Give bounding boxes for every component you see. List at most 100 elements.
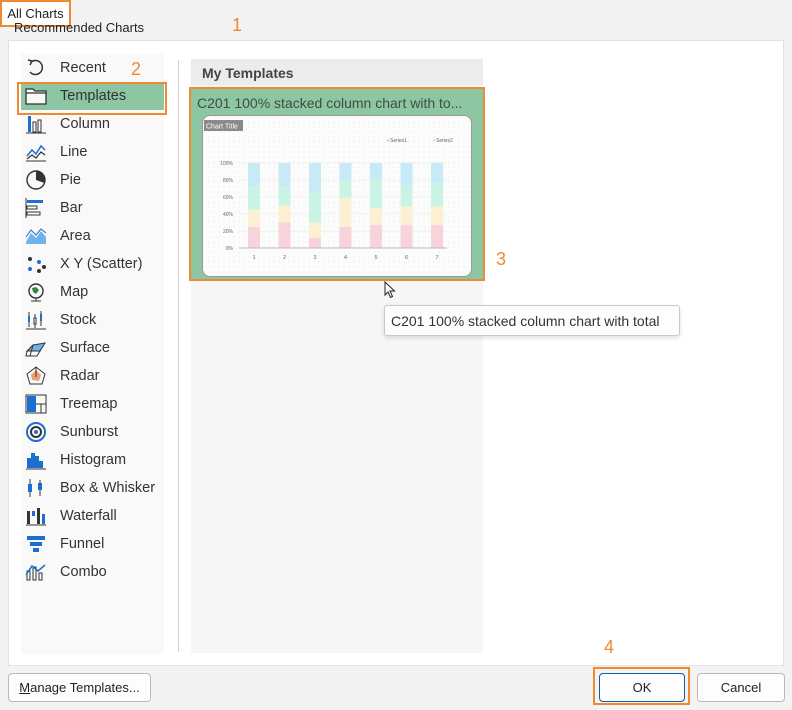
histogram-chart-icon <box>25 449 47 471</box>
templates-highlight-outline <box>17 82 167 115</box>
preview-bar-segment <box>309 222 321 238</box>
preview-bar-segment <box>370 225 382 248</box>
preview-y-tick: 60% <box>223 195 234 201</box>
category-item-x-y-scatter[interactable]: X Y (Scatter) <box>21 250 164 278</box>
category-item-area[interactable]: Area <box>21 222 164 250</box>
cancel-button[interactable]: Cancel <box>697 673 785 702</box>
category-item-histogram[interactable]: Histogram <box>21 446 164 474</box>
preview-bar-segment <box>431 206 443 226</box>
preview-title: Chart Title <box>206 124 238 131</box>
preview-legend-series2: Series2 <box>436 138 453 144</box>
category-item-funnel[interactable]: Funnel <box>21 530 164 558</box>
preview-bar-segment <box>309 237 321 248</box>
sunburst-chart-icon <box>25 421 47 443</box>
preview-bar-segment <box>431 163 443 183</box>
preview-x-tick: 7 <box>435 255 438 261</box>
funnel-chart-icon <box>25 533 47 555</box>
preview-y-tick: 40% <box>223 212 234 218</box>
category-item-treemap[interactable]: Treemap <box>21 390 164 418</box>
preview-bar-segment <box>339 197 352 227</box>
preview-y-tick: 80% <box>223 178 234 184</box>
column-chart-icon <box>25 113 47 135</box>
category-item-waterfall[interactable]: Waterfall <box>21 502 164 530</box>
category-label: Radar <box>60 368 100 384</box>
preview-x-tick: 4 <box>344 255 347 261</box>
preview-x-tick: 1 <box>252 255 255 261</box>
tab-recommended-charts[interactable]: Recommended Charts <box>14 20 144 35</box>
preview-bar-segment <box>339 180 352 198</box>
preview-legend-dot-2 <box>433 139 435 142</box>
category-item-pie[interactable]: Pie <box>21 166 164 194</box>
preview-legend-series1: Series1 <box>390 138 407 144</box>
preview-bar-segment <box>248 209 260 227</box>
category-label: Funnel <box>60 536 105 552</box>
preview-bar-segment <box>400 206 413 226</box>
preview-bar-segment <box>339 163 352 181</box>
category-item-bar[interactable]: Bar <box>21 194 164 222</box>
preview-x-tick: 2 <box>283 255 286 261</box>
preview-y-tick: 100% <box>220 161 233 167</box>
preview-bar-segment <box>370 163 382 180</box>
category-label: Combo <box>60 564 107 580</box>
category-item-map[interactable]: Map <box>21 278 164 306</box>
box-whisker-chart-icon <box>25 477 47 499</box>
category-item-sunburst[interactable]: Sunburst <box>21 418 164 446</box>
ok-highlight-outline <box>593 667 690 705</box>
stock-chart-icon <box>25 309 47 331</box>
map-chart-icon <box>25 281 47 303</box>
category-item-line[interactable]: Line <box>21 138 164 166</box>
waterfall-chart-icon <box>25 505 47 527</box>
category-label: Recent <box>60 60 106 76</box>
category-item-surface[interactable]: Surface <box>21 334 164 362</box>
preview-bar-segment <box>248 163 260 187</box>
preview-bar-segment <box>278 222 291 248</box>
template-card-c201[interactable]: C201 100% stacked column chart with to..… <box>189 87 485 281</box>
category-item-box-whisker[interactable]: Box & Whisker <box>21 474 164 502</box>
pane-divider <box>178 60 179 652</box>
preview-bar-segment <box>431 182 443 207</box>
category-label: Histogram <box>60 452 127 468</box>
template-preview-chart: Chart Title Series1 Series2 100%80%60%40… <box>203 116 471 276</box>
category-label: Box & Whisker <box>60 480 156 496</box>
category-item-recent[interactable]: Recent <box>21 54 164 82</box>
radar-chart-icon <box>25 365 47 387</box>
preview-bar-segment <box>400 163 413 186</box>
preview-x-tick: 3 <box>313 255 316 261</box>
surface-chart-icon <box>25 337 47 359</box>
annotation-4: 4 <box>604 637 615 657</box>
scatter-chart-icon <box>25 253 47 275</box>
annotation-2: 2 <box>131 59 142 79</box>
category-label: Stock <box>60 312 97 328</box>
category-label: Pie <box>60 172 81 188</box>
line-chart-icon <box>25 141 47 163</box>
category-item-radar[interactable]: Radar <box>21 362 164 390</box>
preview-bar-segment <box>309 163 321 193</box>
preview-bar-segment <box>278 163 291 187</box>
category-item-stock[interactable]: Stock <box>21 306 164 334</box>
category-label: Column <box>60 116 110 132</box>
template-thumbnail: Chart Title Series1 Series2 100% 80% 60% 40… <box>202 115 472 277</box>
preview-bar-segment <box>278 186 291 206</box>
manage-templates-button[interactable]: Manage Templates... <box>8 673 151 702</box>
category-label: Treemap <box>60 396 118 412</box>
category-label: X Y (Scatter) <box>60 256 143 272</box>
preview-y-tick: 0% <box>226 246 234 252</box>
mouse-cursor-icon <box>384 280 396 302</box>
category-label: Line <box>60 144 88 160</box>
preview-bar-segment <box>278 205 291 223</box>
preview-y-tick: 20% <box>223 229 234 235</box>
preview-bar-segment <box>400 185 413 207</box>
bar-chart-icon <box>25 197 47 219</box>
preview-bar-segment <box>400 225 413 248</box>
preview-bar-segment <box>248 186 260 210</box>
category-label: Waterfall <box>60 508 117 524</box>
preview-bar-segment <box>339 226 352 248</box>
area-chart-icon <box>25 225 47 247</box>
category-item-combo[interactable]: Combo <box>21 558 164 586</box>
pie-chart-icon <box>25 169 47 191</box>
preview-bar-segment <box>248 226 260 248</box>
combo-chart-icon <box>25 561 47 583</box>
my-templates-header: My Templates <box>191 59 483 85</box>
template-tooltip: C201 100% stacked column chart with tota… <box>384 305 680 336</box>
preview-bar-segment <box>309 192 321 223</box>
